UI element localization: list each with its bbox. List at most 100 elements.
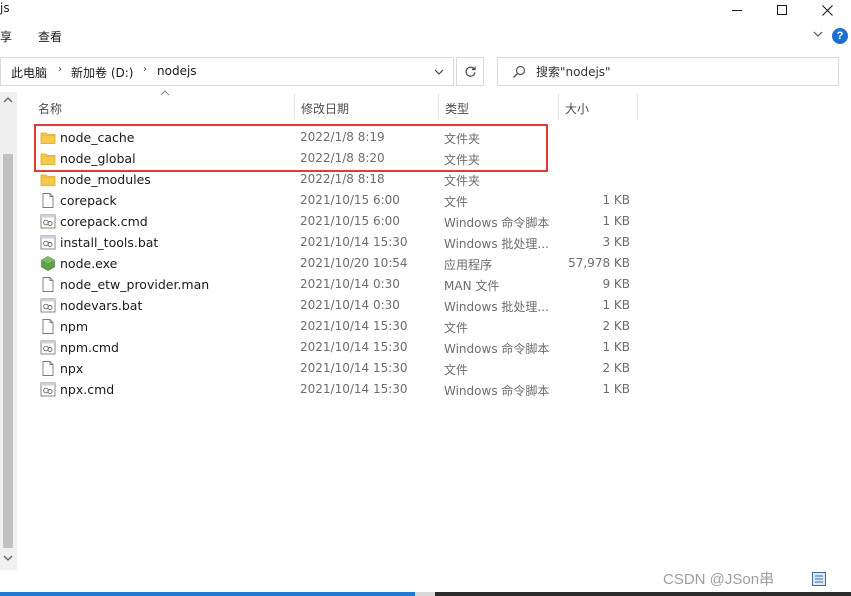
table-row[interactable]: corepack 2021/10/15 6:00 文件 1 KB (0, 190, 851, 211)
scroll-up-icon[interactable] (3, 96, 13, 104)
refresh-button[interactable] (456, 57, 484, 86)
file-name: node_etw_provider.man (60, 277, 210, 292)
tab-view[interactable]: 查看 (38, 28, 62, 45)
script-icon (40, 340, 56, 355)
file-name: nodevars.bat (60, 298, 143, 313)
table-row[interactable]: node_modules 2022/1/8 8:18 文件夹 (0, 169, 851, 190)
tab-share[interactable]: 享 (0, 28, 12, 45)
file-name: node.exe (60, 256, 118, 271)
file-size: 1 KB (602, 193, 630, 207)
file-date: 2021/10/14 0:30 (300, 277, 400, 291)
file-icon (40, 193, 56, 208)
search-icon (513, 65, 526, 78)
file-date: 2021/10/15 6:00 (300, 193, 400, 207)
file-size: 1 KB (602, 340, 630, 354)
minimize-button[interactable] (722, 0, 752, 20)
table-row[interactable]: nodevars.bat 2021/10/14 0:30 Windows 批处理..… (0, 295, 851, 316)
file-type: 应用程序 (444, 258, 493, 272)
ribbon-tabs: 享 查看 (0, 24, 851, 48)
file-type: Windows 命令脚本 (444, 384, 550, 398)
file-type: MAN 文件 (444, 279, 500, 293)
table-row[interactable]: install_tools.bat 2021/10/14 15:30 Windows… (0, 232, 851, 253)
script-icon (40, 382, 56, 397)
file-name: corepack.cmd (60, 214, 148, 229)
search-input[interactable] (536, 62, 826, 82)
column-header-size[interactable]: 大小 (558, 94, 638, 120)
scroll-down-icon[interactable] (3, 554, 13, 562)
file-date: 2022/1/8 8:18 (300, 172, 385, 186)
table-row[interactable]: npm 2021/10/14 15:30 文件 2 KB (0, 316, 851, 337)
column-header-type[interactable]: 类型 (438, 94, 558, 120)
file-name: npm.cmd (60, 340, 119, 355)
file-size: 1 KB (602, 214, 630, 228)
chevron-down-icon[interactable] (433, 66, 445, 78)
file-size: 3 KB (602, 235, 630, 249)
script-icon (40, 235, 56, 250)
file-icon (40, 277, 56, 292)
file-type: 文件夹 (444, 174, 481, 188)
file-type: Windows 命令脚本 (444, 216, 550, 230)
file-size: 57,978 KB (568, 256, 630, 270)
file-size: 2 KB (602, 361, 630, 375)
file-icon (40, 319, 56, 334)
chevron-right-icon[interactable]: › (143, 64, 147, 75)
file-type: Windows 批处理... (444, 300, 549, 314)
file-date: 2021/10/15 6:00 (300, 214, 400, 228)
file-date: 2021/10/14 0:30 (300, 298, 400, 312)
details-view-icon[interactable] (812, 572, 826, 586)
table-row[interactable]: corepack.cmd 2021/10/15 6:00 Windows 命令脚本 1… (0, 211, 851, 232)
file-type: 文件 (444, 321, 469, 335)
maximize-icon (777, 5, 787, 15)
script-icon (40, 298, 56, 313)
column-header-date[interactable]: 修改日期 (294, 94, 438, 120)
table-row[interactable]: node_etw_provider.man 2021/10/14 0:30 MAN … (0, 274, 851, 295)
close-button[interactable] (812, 0, 842, 20)
table-row[interactable]: npx.cmd 2021/10/14 15:30 Windows 命令脚本 1 KB (0, 379, 851, 400)
address-bar[interactable]: 此电脑 › 新加卷 (D:) › nodejs (0, 57, 454, 86)
breadcrumb-this-pc[interactable]: 此电脑 (11, 64, 47, 81)
file-size: 1 KB (602, 298, 630, 312)
file-icon (40, 361, 56, 376)
chevron-right-icon[interactable]: › (58, 64, 62, 75)
watermark: CSDN @JSon串 (663, 571, 775, 588)
breadcrumb-drive[interactable]: 新加卷 (D:) (71, 64, 133, 81)
script-icon (40, 214, 56, 229)
minimize-icon (732, 9, 742, 11)
maximize-button[interactable] (767, 0, 797, 20)
highlight-annotation (34, 124, 548, 172)
file-type: Windows 批处理... (444, 237, 549, 251)
file-date: 2021/10/14 15:30 (300, 361, 408, 375)
file-type: 文件 (444, 195, 469, 209)
file-name: npx (60, 361, 84, 376)
title-bar: js (0, 0, 851, 20)
help-icon[interactable]: ? (832, 28, 848, 44)
file-name: node_modules (60, 172, 151, 187)
window-title: js (0, 1, 10, 15)
taskbar-active-strip (0, 592, 415, 596)
nodejs-icon (40, 256, 56, 271)
file-date: 2021/10/14 15:30 (300, 235, 408, 249)
chevron-down-icon[interactable] (812, 28, 824, 40)
folder-icon (40, 172, 56, 187)
file-name: npx.cmd (60, 382, 115, 397)
table-row[interactable]: node.exe 2021/10/20 10:54 应用程序 57,978 KB (0, 253, 851, 274)
file-name: corepack (60, 193, 117, 208)
file-name: install_tools.bat (60, 235, 159, 250)
refresh-icon (464, 66, 476, 77)
table-row[interactable]: npm.cmd 2021/10/14 15:30 Windows 命令脚本 1 KB (0, 337, 851, 358)
file-date: 2021/10/20 10:54 (300, 256, 408, 270)
file-type: 文件 (444, 363, 469, 377)
search-box[interactable] (497, 57, 839, 86)
file-size: 1 KB (602, 382, 630, 396)
file-type: Windows 命令脚本 (444, 342, 550, 356)
file-name: npm (60, 319, 89, 334)
file-size: 2 KB (602, 319, 630, 333)
file-date: 2021/10/14 15:30 (300, 340, 408, 354)
breadcrumb-nodejs[interactable]: nodejs (157, 64, 197, 78)
file-size: 9 KB (602, 277, 630, 291)
table-row[interactable]: npx 2021/10/14 15:30 文件 2 KB (0, 358, 851, 379)
file-date: 2021/10/14 15:30 (300, 382, 408, 396)
column-header-name[interactable]: 名称 (38, 94, 294, 120)
taskbar-dark-strip (435, 592, 851, 596)
close-icon (821, 4, 833, 16)
